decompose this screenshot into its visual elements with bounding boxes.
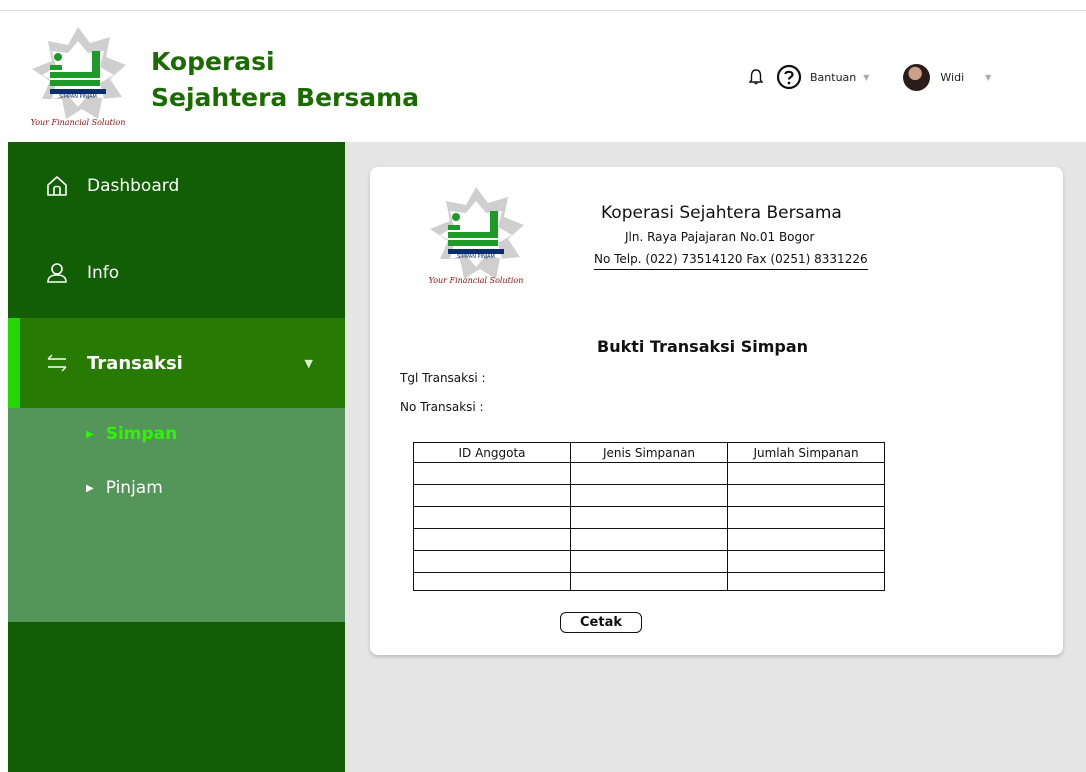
table-cell	[570, 550, 728, 573]
header-actions: Bantuan ▼ Widi ▼	[748, 62, 991, 92]
sidebar: Dashboard Info Transaksi ▼ ▶ Simpan ▶ Pi…	[8, 142, 345, 772]
main-content: SIMPAN PINJAM Your Financial Solution Ko…	[345, 142, 1086, 772]
submenu-item-label: Pinjam	[105, 478, 163, 498]
sidebar-item-info[interactable]: Info	[8, 230, 345, 316]
table-cell	[413, 572, 571, 591]
table-row	[413, 528, 885, 551]
home-icon	[47, 176, 67, 196]
table-row	[413, 484, 885, 507]
column-header: Jenis Simpanan	[570, 442, 728, 463]
receipt-card: SIMPAN PINJAM Your Financial Solution Ko…	[370, 167, 1063, 655]
transaction-table: ID Anggota Jenis Simpanan Jumlah Simpana…	[413, 442, 885, 591]
table-row	[413, 462, 885, 485]
logo-caption: Your Financial Solution	[31, 118, 126, 127]
table-cell	[727, 462, 885, 485]
brand-title: Koperasi Sejahtera Bersama	[151, 44, 451, 116]
logo-caption: Your Financial Solution	[429, 276, 524, 285]
table-cell	[413, 506, 571, 529]
submenu-item-label: Simpan	[105, 424, 178, 444]
help-icon[interactable]	[776, 64, 802, 90]
submenu-item-simpan[interactable]: ▶ Simpan	[86, 424, 177, 444]
org-address: Jln. Raya Pajajaran No.01 Bogor	[625, 230, 815, 244]
table-cell	[570, 484, 728, 507]
logo-emblem-icon: SIMPAN PINJAM Your Financial Solution	[31, 27, 126, 127]
print-button[interactable]: Cetak	[560, 612, 642, 633]
receipt-title: Bukti Transaksi Simpan	[597, 337, 809, 356]
help-label[interactable]: Bantuan	[810, 71, 856, 84]
table-row	[413, 572, 885, 591]
table-cell	[570, 528, 728, 551]
caret-right-icon: ▶	[86, 428, 94, 440]
table-row	[413, 506, 885, 529]
table-cell	[727, 550, 885, 573]
user-name[interactable]: Widi	[940, 71, 964, 84]
sidebar-item-transaksi[interactable]: Transaksi ▼	[8, 318, 345, 408]
avatar[interactable]	[903, 63, 931, 91]
bell-icon[interactable]	[748, 68, 764, 86]
table-cell	[727, 484, 885, 507]
table-cell	[413, 484, 571, 507]
table-cell	[727, 528, 885, 551]
brand-logo[interactable]: SIMPAN PINJAM Your Financial Solution	[22, 21, 134, 133]
receipt-logo: SIMPAN PINJAM Your Financial Solution	[414, 185, 538, 289]
sidebar-item-dashboard[interactable]: Dashboard	[8, 142, 345, 230]
transfer-arrows-icon	[47, 354, 67, 372]
chevron-down-icon[interactable]: ▼	[863, 73, 869, 82]
caret-right-icon: ▶	[86, 482, 94, 494]
app-header: SIMPAN PINJAM Your Financial Solution Ko…	[0, 11, 1086, 142]
sidebar-item-label: Transaksi	[87, 352, 183, 374]
column-header: Jumlah Simpanan	[727, 442, 885, 463]
logo-emblem-icon: SIMPAN PINJAM Your Financial Solution	[429, 187, 524, 285]
logo-subtext: SIMPAN PINJAM	[457, 254, 495, 260]
transaksi-submenu: ▶ Simpan ▶ Pinjam	[8, 408, 345, 622]
logo-subtext: SIMPAN PINJAM	[59, 94, 97, 100]
brand-title-line1: Koperasi	[151, 47, 275, 76]
tgl-transaksi-label: Tgl Transaksi :	[400, 371, 486, 385]
table-cell	[413, 462, 571, 485]
table-header-row: ID Anggota Jenis Simpanan Jumlah Simpana…	[413, 442, 885, 463]
submenu-item-pinjam[interactable]: ▶ Pinjam	[86, 478, 163, 498]
sidebar-item-label: Dashboard	[87, 176, 180, 196]
table-cell	[570, 572, 728, 591]
active-indicator	[8, 318, 20, 408]
table-row	[413, 550, 885, 573]
brand-title-line2: Sejahtera Bersama	[151, 83, 420, 112]
chevron-down-icon[interactable]: ▼	[985, 73, 991, 82]
org-name: Koperasi Sejahtera Bersama	[601, 203, 842, 223]
table-cell	[413, 528, 571, 551]
column-header: ID Anggota	[413, 442, 571, 463]
org-phone: No Telp. (022) 73514120 Fax (0251) 83312…	[594, 252, 868, 270]
table-cell	[413, 550, 571, 573]
table-cell	[570, 506, 728, 529]
sidebar-item-label: Info	[87, 263, 120, 283]
caret-down-icon[interactable]: ▼	[305, 357, 313, 370]
table-cell	[727, 572, 885, 591]
table-cell	[727, 506, 885, 529]
table-cell	[570, 462, 728, 485]
user-icon	[47, 263, 67, 283]
no-transaksi-label: No Transaksi :	[400, 400, 484, 414]
